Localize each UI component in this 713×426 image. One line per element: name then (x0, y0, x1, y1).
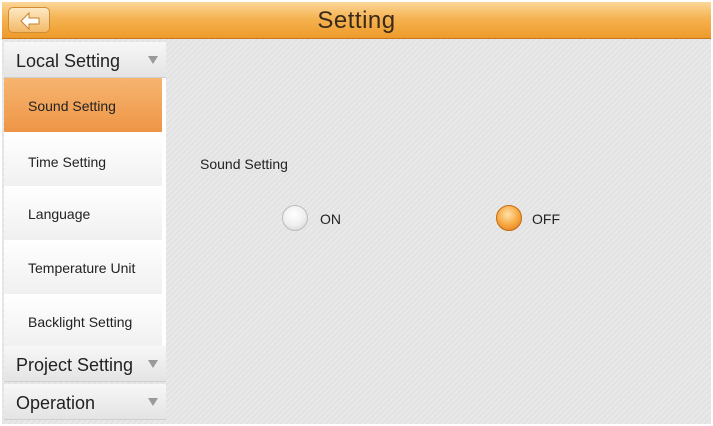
section-project-setting[interactable]: Project Setting (4, 346, 166, 382)
section-label: Local Setting (16, 51, 121, 71)
radio-off[interactable] (496, 205, 522, 231)
sidebar-item-backlight-setting[interactable]: Backlight Setting (4, 294, 166, 348)
chevron-down-icon (148, 360, 158, 368)
sidebar-item-label: Language (28, 206, 91, 222)
local-setting-list: Sound Setting Time Setting Language Temp… (4, 78, 166, 348)
page-title: Setting (317, 7, 396, 34)
sidebar: Local Setting Sound Setting Time Setting… (4, 42, 166, 424)
title-bar: Setting (2, 2, 711, 39)
sidebar-item-temperature-unit[interactable]: Temperature Unit (4, 240, 166, 294)
sidebar-item-language[interactable]: Language (4, 186, 166, 240)
sidebar-item-label: Backlight Setting (28, 314, 133, 330)
section-operation[interactable]: Operation (4, 384, 166, 420)
chevron-down-icon (148, 398, 158, 406)
sidebar-item-label: Time Setting (28, 154, 107, 170)
section-local-setting[interactable]: Local Setting (4, 42, 166, 78)
radio-on[interactable] (282, 205, 308, 231)
section-label: Project Setting (16, 355, 134, 375)
section-label: Operation (16, 393, 96, 413)
sidebar-item-time-setting[interactable]: Time Setting (4, 134, 166, 188)
radio-off-label: OFF (532, 211, 560, 227)
radio-on-label: ON (320, 211, 341, 227)
sidebar-item-label: Sound Setting (28, 98, 116, 114)
sidebar-item-label: Temperature Unit (28, 260, 136, 276)
sidebar-item-sound-setting[interactable]: Sound Setting (4, 78, 166, 132)
chevron-down-icon (148, 56, 158, 64)
app-screen: Setting Local Setting Sound Setting Time… (2, 2, 711, 424)
settings-title: Sound Setting (200, 156, 288, 172)
